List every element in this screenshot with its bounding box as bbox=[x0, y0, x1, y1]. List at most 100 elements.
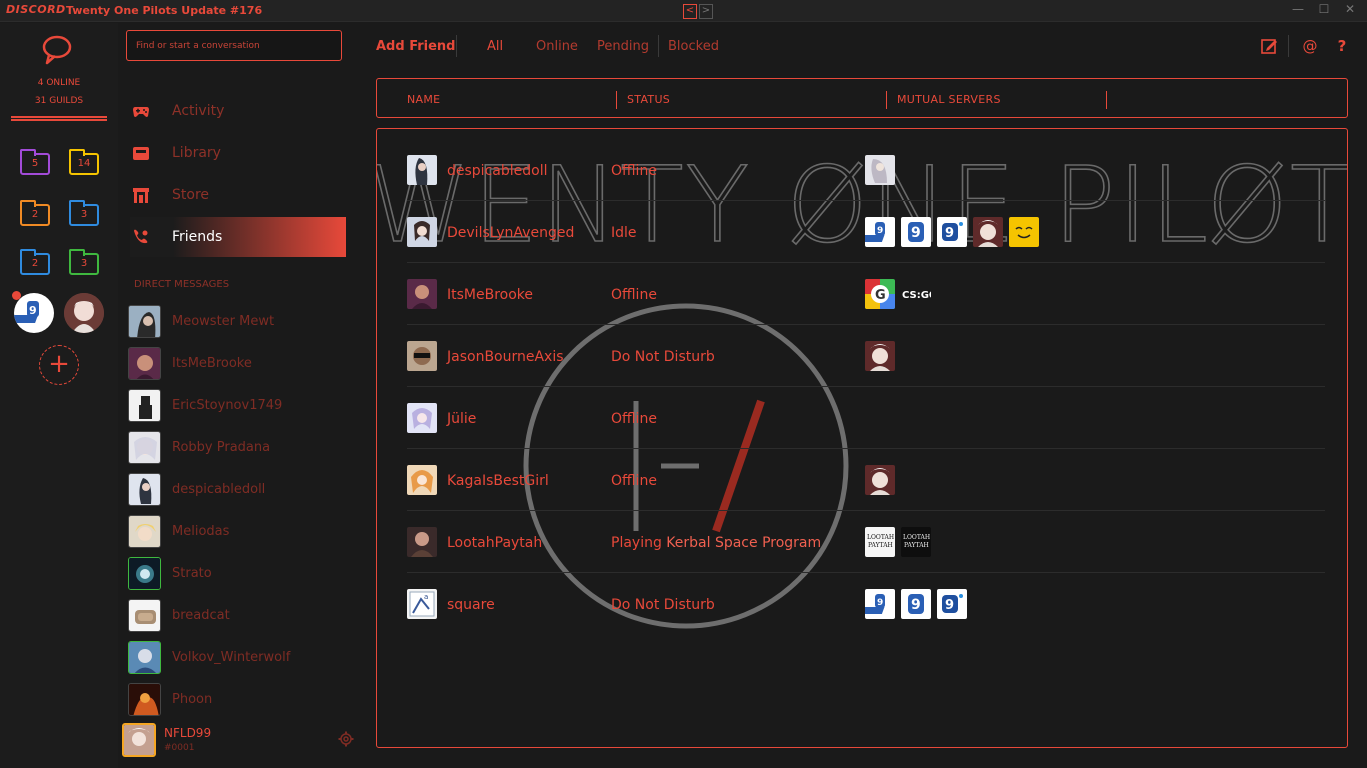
friend-avatar[interactable] bbox=[407, 217, 437, 247]
status-text: Offline bbox=[611, 163, 657, 179]
gear-icon[interactable] bbox=[338, 731, 354, 747]
online-count: 4 ONLINE bbox=[37, 78, 81, 88]
tab-all[interactable]: All bbox=[487, 39, 503, 54]
column-divider bbox=[886, 91, 887, 109]
tab-blocked[interactable]: Blocked bbox=[668, 39, 719, 54]
svg-text:PAYTAH: PAYTAH bbox=[868, 542, 893, 549]
mutual-server-icon[interactable]: 9 bbox=[901, 217, 931, 247]
tab-pending[interactable]: Pending bbox=[597, 39, 649, 54]
dm-item[interactable]: despicabledoll bbox=[128, 473, 354, 509]
dm-item[interactable]: Meliodas bbox=[128, 515, 354, 551]
guild-icon[interactable]: 9 bbox=[14, 293, 54, 333]
dm-item[interactable]: EricStoynov1749 bbox=[128, 389, 354, 425]
help-icon[interactable]: ? bbox=[1333, 37, 1351, 55]
friend-row[interactable]: a square Do Not Disturb 9 9 9 bbox=[407, 573, 1325, 635]
nav-library[interactable]: Library bbox=[130, 133, 346, 173]
status-text: Offline bbox=[611, 287, 657, 303]
nav-friends[interactable]: Friends bbox=[130, 217, 346, 257]
mutual-server-icon[interactable]: 9 bbox=[937, 589, 967, 619]
mutual-server-icon[interactable]: LOOTAH PAYTAH bbox=[901, 527, 931, 557]
dm-name: Strato bbox=[172, 566, 212, 581]
mutual-server-icon[interactable]: 9 bbox=[865, 589, 895, 619]
guild-folder-icon[interactable]: 2 bbox=[20, 249, 50, 275]
mutual-server-icon[interactable] bbox=[865, 465, 895, 495]
friend-name[interactable]: despicabledoll bbox=[447, 163, 547, 179]
direct-messages-home-icon[interactable] bbox=[40, 33, 74, 67]
guild-folder-icon[interactable]: 2 bbox=[20, 200, 50, 226]
svg-text:PAYTAH: PAYTAH bbox=[904, 542, 929, 549]
mutual-server-icon[interactable]: G bbox=[865, 279, 895, 309]
friend-avatar[interactable] bbox=[407, 527, 437, 557]
friend-avatar[interactable] bbox=[407, 341, 437, 371]
avatar bbox=[128, 389, 161, 422]
forward-button[interactable]: > bbox=[699, 4, 713, 19]
search-input[interactable] bbox=[126, 30, 342, 61]
column-status[interactable]: STATUS bbox=[627, 93, 670, 106]
friend-name[interactable]: JasonBourneAxis bbox=[447, 349, 564, 365]
dm-name: Meowster Mewt bbox=[172, 314, 275, 329]
mutual-server-icon[interactable]: 9 bbox=[937, 217, 967, 247]
new-dm-icon[interactable] bbox=[1260, 37, 1278, 55]
maximize-button[interactable]: ☐ bbox=[1316, 2, 1332, 16]
status-text: Offline bbox=[611, 473, 657, 489]
friend-avatar[interactable] bbox=[407, 155, 437, 185]
mutual-server-icon[interactable] bbox=[973, 217, 1003, 247]
dm-item[interactable]: ItsMeBrooke bbox=[128, 347, 354, 383]
minimize-button[interactable]: — bbox=[1290, 2, 1306, 16]
friend-name[interactable]: square bbox=[447, 597, 495, 613]
mutual-server-icon[interactable] bbox=[865, 155, 895, 185]
close-button[interactable]: ✕ bbox=[1342, 2, 1358, 16]
dm-name: ItsMeBrooke bbox=[172, 356, 252, 371]
dm-item[interactable]: Meowster Mewt bbox=[128, 305, 354, 341]
friend-row[interactable]: LootahPaytah Playing Kerbal Space Program… bbox=[407, 511, 1325, 573]
friend-row[interactable]: DevilsLynAvenged Idle 9 9 9 bbox=[407, 201, 1325, 263]
mutual-server-icon[interactable] bbox=[865, 341, 895, 371]
avatar bbox=[128, 515, 161, 548]
mutual-server-icon[interactable]: 9 bbox=[901, 589, 931, 619]
friend-avatar[interactable]: a bbox=[407, 589, 437, 619]
nav-store[interactable]: Store bbox=[130, 175, 346, 215]
friend-avatar[interactable] bbox=[407, 465, 437, 495]
friend-name[interactable]: DevilsLynAvenged bbox=[447, 225, 574, 241]
friend-avatar[interactable] bbox=[407, 279, 437, 309]
friend-row[interactable]: ItsMeBrooke Offline G CS:GO bbox=[407, 263, 1325, 325]
divider bbox=[456, 35, 457, 57]
guild-folder-icon[interactable]: 3 bbox=[69, 200, 99, 226]
friend-row[interactable]: JasonBourneAxis Do Not Disturb bbox=[407, 325, 1325, 387]
library-icon bbox=[133, 147, 149, 160]
nav-activity[interactable]: Activity bbox=[130, 91, 346, 131]
friend-name[interactable]: KagaIsBestGirl bbox=[447, 473, 549, 489]
column-mutual-servers[interactable]: MUTUAL SERVERS bbox=[897, 93, 1001, 106]
friend-name[interactable]: ItsMeBrooke bbox=[447, 287, 533, 303]
add-friend-button[interactable]: Add Friend bbox=[376, 39, 456, 54]
friend-name[interactable]: Jülie bbox=[447, 411, 476, 427]
dm-item[interactable]: Strato bbox=[128, 557, 354, 593]
friend-name[interactable]: LootahPaytah bbox=[447, 535, 542, 551]
friends-list: TWENTY ØNE PILØTS despicabledollOfflineD… bbox=[376, 128, 1348, 748]
guild-icon[interactable] bbox=[64, 293, 104, 333]
column-name[interactable]: NAME bbox=[407, 93, 440, 106]
friend-status: Offline bbox=[611, 287, 657, 303]
add-guild-button[interactable]: + bbox=[39, 345, 79, 385]
svg-text:LOOTAH: LOOTAH bbox=[903, 534, 930, 541]
dm-item[interactable]: breadcat bbox=[128, 599, 354, 635]
dm-item[interactable]: Phoon bbox=[128, 683, 354, 719]
guild-folder-icon[interactable]: 14 bbox=[69, 149, 99, 175]
guild-folder-icon[interactable]: 3 bbox=[69, 249, 99, 275]
user-avatar[interactable] bbox=[122, 723, 156, 757]
dm-item[interactable]: Volkov_Winterwolf bbox=[128, 641, 354, 677]
back-button[interactable]: < bbox=[683, 4, 697, 19]
friend-row[interactable]: despicabledoll Offline bbox=[407, 139, 1325, 201]
tab-online[interactable]: Online bbox=[536, 39, 578, 54]
friend-avatar[interactable] bbox=[407, 403, 437, 433]
friend-row[interactable]: KagaIsBestGirl Offline bbox=[407, 449, 1325, 511]
mutual-server-icon[interactable]: LOOTAH PAYTAH bbox=[865, 527, 895, 557]
mention-icon[interactable]: @ bbox=[1301, 37, 1319, 55]
friend-row[interactable]: Jülie Offline bbox=[407, 387, 1325, 449]
mutual-server-icon[interactable] bbox=[1009, 217, 1039, 247]
mutual-server-icon[interactable]: CS:GO bbox=[901, 279, 931, 309]
dm-item[interactable]: Robby Pradana bbox=[128, 431, 354, 467]
mutual-server-icon[interactable]: 9 bbox=[865, 217, 895, 247]
discord-logo-text: DISCORD bbox=[6, 3, 66, 16]
guild-folder-icon[interactable]: 5 bbox=[20, 149, 50, 175]
